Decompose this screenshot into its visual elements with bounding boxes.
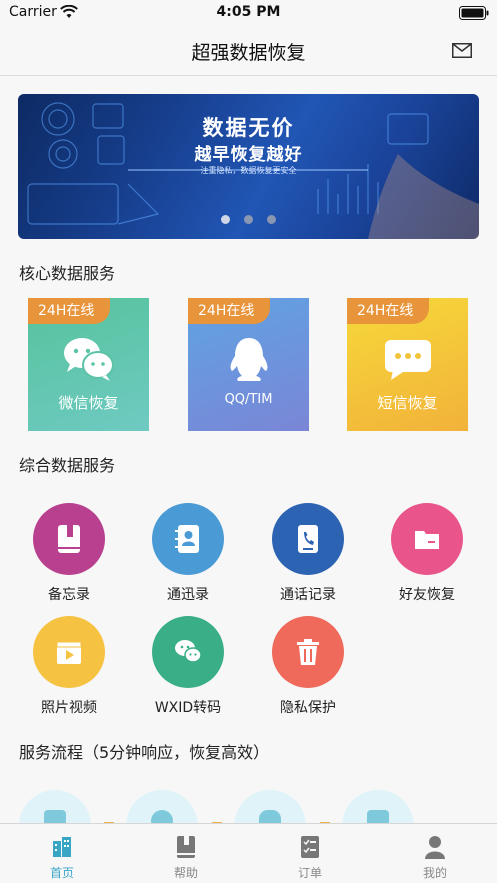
- tab-profile[interactable]: 我的: [373, 824, 497, 883]
- status-time: 4:05 PM: [216, 4, 281, 20]
- tab-help[interactable]: 帮助: [124, 824, 248, 883]
- banner-subtitle: 越早恢复越好: [194, 145, 303, 165]
- video-icon: [56, 641, 82, 664]
- contacts-circle: [152, 503, 224, 575]
- friend-recovery-service[interactable]: 好友恢复: [377, 503, 477, 613]
- mail-icon[interactable]: [452, 43, 472, 58]
- banner-note: 注重隐私，数据恢复更安全: [200, 166, 297, 175]
- battery-icon: [459, 6, 489, 20]
- tab-bar: 首页 帮助 订单 我的: [0, 823, 497, 883]
- tab-home[interactable]: 首页: [0, 824, 124, 883]
- trash-icon: [297, 639, 319, 665]
- privacy-circle: [272, 616, 344, 688]
- friend-recovery-label: 好友恢复: [399, 587, 455, 603]
- pager-dot[interactable]: [244, 215, 253, 224]
- memo-icon: [58, 525, 80, 553]
- call-log-service[interactable]: 通话记录: [258, 503, 358, 613]
- page-title: 超强数据恢复: [191, 42, 306, 64]
- pager-dot[interactable]: [267, 215, 276, 224]
- wxid-service[interactable]: WXID转码: [138, 616, 238, 726]
- qq-recovery-card[interactable]: 24H在线 QQ/TIM: [188, 298, 309, 431]
- call-log-circle: [272, 503, 344, 575]
- sms-recovery-card[interactable]: 24H在线 短信恢复: [347, 298, 468, 431]
- sms-recovery-label: 短信恢复: [377, 394, 438, 412]
- photo-video-service[interactable]: 照片视频: [19, 616, 119, 726]
- banner-pager[interactable]: [18, 215, 479, 224]
- photo-video-circle: [33, 616, 105, 688]
- nav-bar: 超强数据恢复: [0, 26, 497, 76]
- online-badge: 24H在线: [28, 298, 110, 324]
- home-icon: [53, 837, 71, 857]
- promo-banner[interactable]: 数据无价 越早恢复越好 注重隐私，数据恢复更安全: [18, 94, 479, 239]
- contacts-icon: [175, 525, 199, 553]
- memo-service[interactable]: 备忘录: [19, 503, 119, 613]
- memo-circle: [33, 503, 105, 575]
- wechat-recovery-card[interactable]: 24H在线 微信恢复: [28, 298, 149, 431]
- wechat-recovery-label: 微信恢复: [58, 394, 119, 412]
- friend-recovery-circle: [391, 503, 463, 575]
- flow-section-title: 服务流程（5分钟响应，恢复高效）: [19, 743, 270, 762]
- call-log-icon: [298, 525, 318, 553]
- online-badge: 24H在线: [188, 298, 270, 324]
- tab-orders-label: 订单: [297, 866, 322, 880]
- wxid-circle: [152, 616, 224, 688]
- qq-icon: [230, 338, 268, 381]
- wechat-icon: [64, 338, 114, 381]
- tab-home-label: 首页: [49, 866, 74, 880]
- folder-icon: [415, 531, 439, 549]
- sms-icon: [385, 340, 431, 380]
- profile-icon: [425, 836, 445, 859]
- qq-recovery-label: QQ/TIM: [224, 392, 273, 407]
- call-log-label: 通话记录: [280, 587, 336, 603]
- pager-dot[interactable]: [221, 215, 230, 224]
- online-badge: 24H在线: [347, 298, 429, 324]
- contacts-label: 通迅录: [167, 587, 209, 603]
- privacy-label: 隐私保护: [280, 700, 336, 716]
- privacy-service[interactable]: 隐私保护: [258, 616, 358, 726]
- order-icon: [301, 836, 319, 858]
- general-section-title: 综合数据服务: [19, 456, 116, 475]
- wxid-label: WXID转码: [154, 700, 222, 716]
- tab-help-label: 帮助: [173, 866, 198, 880]
- banner-title: 数据无价: [202, 116, 295, 140]
- tab-orders[interactable]: 订单: [248, 824, 372, 883]
- wechat-icon: [175, 640, 202, 663]
- tab-profile-label: 我的: [422, 866, 447, 880]
- help-book-icon: [177, 836, 195, 858]
- contacts-service[interactable]: 通迅录: [138, 503, 238, 613]
- core-section-title: 核心数据服务: [19, 264, 116, 283]
- memo-label: 备忘录: [48, 587, 90, 603]
- status-bar: Carrier 4:05 PM: [0, 0, 497, 26]
- photo-video-label: 照片视频: [41, 700, 97, 716]
